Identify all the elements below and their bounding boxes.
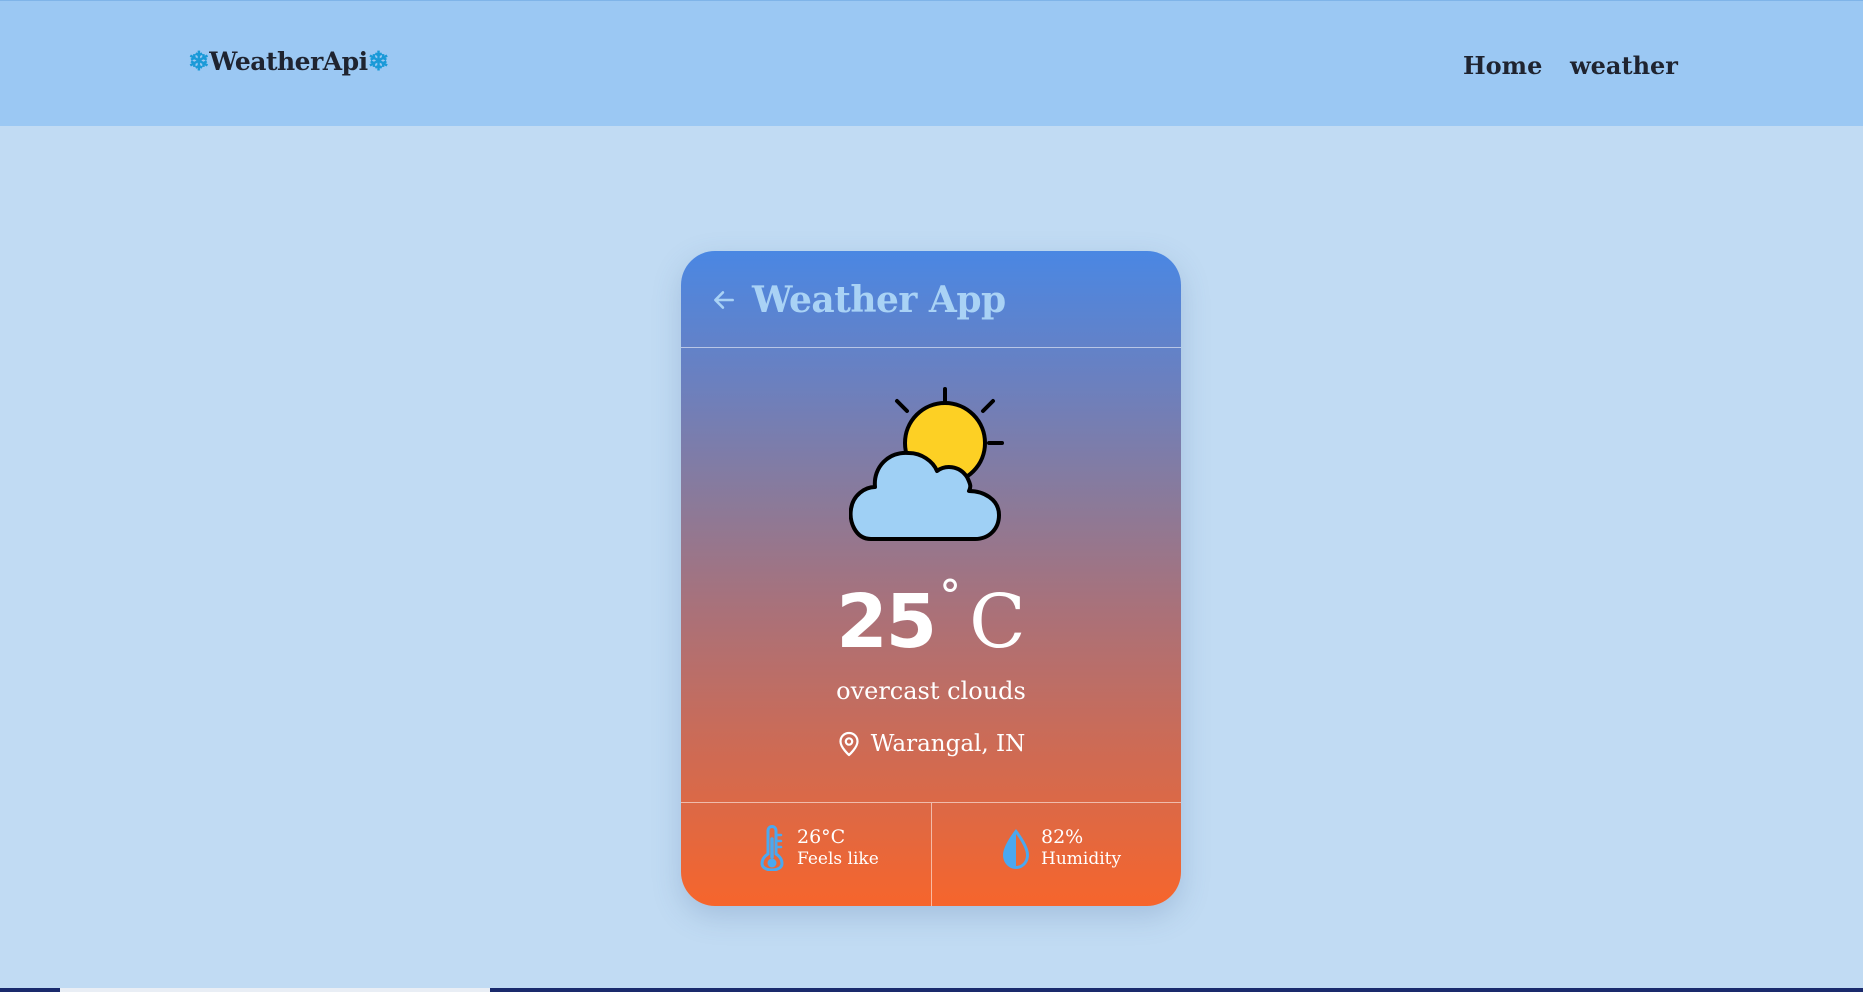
brand-name: WeatherApi — [209, 47, 368, 76]
card-footer: 26°C Feels like 82% Humidity — [681, 802, 1181, 906]
feels-like-stat: 26°C Feels like — [755, 825, 879, 871]
water-drop-icon — [1003, 829, 1029, 869]
temperature-value: 25 — [836, 579, 937, 665]
temperature-display: 25° C — [681, 571, 1181, 665]
map-pin-icon — [839, 731, 859, 757]
app-title: Weather App — [752, 279, 1006, 321]
bottom-edge-highlight — [60, 988, 490, 992]
card-header: Weather App — [681, 251, 1181, 348]
location: Warangal, IN — [681, 731, 1181, 757]
brand-logo[interactable]: ❄ WeatherApi ❄ — [188, 47, 389, 76]
thermometer-icon — [760, 825, 784, 871]
location-name: Warangal, IN — [870, 731, 1026, 757]
degree-symbol: ° — [939, 571, 962, 622]
humidity-label: Humidity — [1041, 849, 1122, 869]
navbar: ❄ WeatherApi ❄ Home weather — [0, 0, 1863, 126]
nav-weather-link[interactable]: weather — [1570, 51, 1678, 80]
arrow-left-icon[interactable] — [711, 287, 737, 313]
partly-cloudy-icon — [849, 387, 1004, 541]
feels-like-label: Feels like — [797, 849, 879, 869]
weather-description: overcast clouds — [836, 677, 1026, 705]
feels-like-value: 26°C — [797, 826, 846, 848]
snowflake-icon: ❄ — [188, 46, 210, 77]
temperature-unit: C — [969, 579, 1026, 665]
weather-card: Weather App 25° C overcast clouds Waranga… — [681, 251, 1181, 906]
nav-home-link[interactable]: Home — [1463, 51, 1542, 80]
humidity-stat: 82% Humidity — [999, 825, 1121, 871]
snowflake-icon: ❄ — [367, 46, 390, 77]
humidity-value: 82% — [1041, 826, 1084, 848]
footer-divider — [931, 803, 932, 906]
